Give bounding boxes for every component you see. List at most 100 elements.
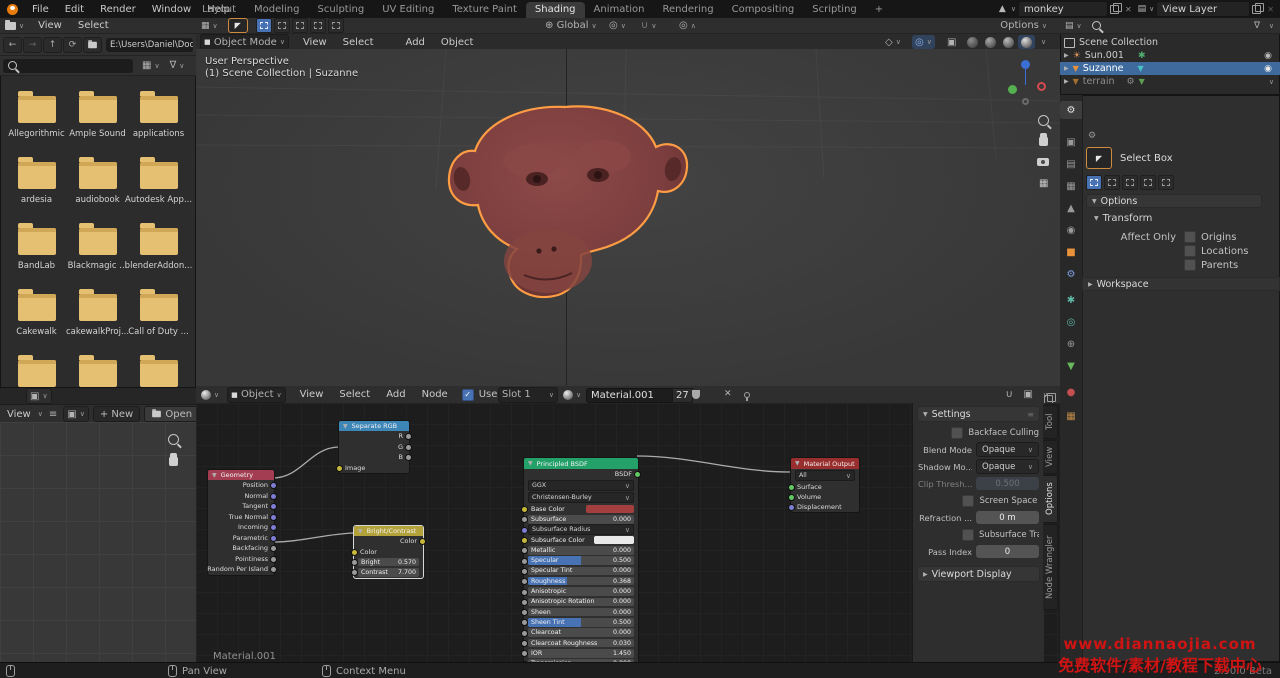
navigation-gizmo[interactable] (996, 52, 1051, 112)
path-field[interactable]: E:\Users\Daniel\Docu... (106, 38, 193, 52)
image-editor-type-button[interactable]: ▣ ∨ (26, 388, 52, 404)
se-view-menu[interactable]: View (292, 389, 332, 400)
node-value-row[interactable]: Contrast7.700 (354, 567, 423, 577)
viewport-camera-icon[interactable] (1037, 158, 1049, 169)
sidebar-tab-tool[interactable]: Tool (1043, 405, 1058, 439)
subsurface-translucency-checkbox[interactable] (962, 529, 974, 541)
node-value-row[interactable]: Bright0.570 (354, 557, 423, 567)
subsurface-color-swatch[interactable] (594, 536, 634, 545)
tab-world-icon[interactable]: ◉ (1060, 221, 1082, 239)
parents-checkbox[interactable] (1184, 259, 1196, 271)
principled-bsdf-node[interactable]: ▼ Principled BSDF BSDF GGX∨ Christensen-… (523, 457, 639, 662)
outliner-search-icon[interactable] (1092, 21, 1101, 30)
active-tool-select-box[interactable]: ◤ (228, 18, 248, 33)
node-header[interactable]: ▼ Separate RGB (339, 421, 409, 431)
vp-object-menu[interactable]: Object (433, 37, 482, 48)
slot-dropdown[interactable]: Slot 1 ∨ (498, 387, 558, 403)
tab-render-icon[interactable]: ▣ (1060, 133, 1082, 151)
folder-item-partial[interactable] (6, 355, 67, 388)
mode-dropdown[interactable]: ■ Object Mode ∨ (200, 34, 289, 50)
tab-modifiers-icon[interactable]: ⚙ (1060, 265, 1082, 283)
outliner-row-terrain[interactable]: ▶ ▼ terrain ⚙ ▼ ∨ (1060, 75, 1280, 88)
axis-y-handle[interactable] (1008, 85, 1017, 94)
shading-solid[interactable] (982, 35, 999, 49)
node-input-row[interactable]: Volume (791, 492, 859, 502)
tab-modeling[interactable]: Modeling (245, 2, 309, 18)
node-value-row[interactable]: Anisotropic0.000 (524, 586, 638, 596)
folder-item[interactable]: Call of Duty ... (128, 289, 189, 349)
bsdf-output-row[interactable]: BSDF (524, 469, 638, 479)
subsurface-radius-row[interactable]: Subsurface Radius∨ (524, 525, 638, 535)
fb-view-menu[interactable]: View (30, 20, 70, 31)
unlink-material-icon[interactable]: ✕ (724, 389, 732, 399)
tab-layout[interactable]: Layout (193, 2, 245, 18)
suzanne-monkey-mesh[interactable] (440, 103, 700, 308)
node-output-row[interactable]: Backfacing (208, 543, 274, 554)
hamburger-icon[interactable]: ≡ (49, 409, 57, 420)
bright-contrast-node[interactable]: ▼ Bright/Contrast Color Color Bright0.57… (353, 525, 424, 579)
node-output-row[interactable]: True Normal (208, 512, 274, 523)
folder-item[interactable]: Cakewalk (6, 289, 67, 349)
folder-item[interactable]: Allegorithmic (6, 91, 67, 151)
tab-object-icon[interactable]: ■ (1060, 243, 1082, 261)
vp-select-menu[interactable]: Select (335, 37, 382, 48)
se-add-menu[interactable]: Add (378, 389, 413, 400)
tab-rendering[interactable]: Rendering (654, 2, 723, 18)
header-chevron[interactable]: ∨ (1043, 391, 1048, 399)
filter-chevron[interactable]: ∨ (1269, 22, 1274, 30)
delete-layer-icon[interactable]: ✕ (1267, 5, 1274, 14)
select-mode-circle[interactable] (292, 18, 308, 33)
workspace-panel-header[interactable]: ▶ Workspace (1082, 277, 1280, 291)
display-mode-button[interactable]: ▦∨ (139, 59, 163, 73)
node-value-row[interactable]: Anisotropic Rotation0.000 (524, 597, 638, 607)
options-dropdown[interactable]: Options∨ (997, 19, 1050, 33)
settings-panel-header[interactable]: ▼ Settings ≡ (917, 406, 1040, 422)
tab-scripting[interactable]: Scripting (803, 2, 865, 18)
users-count-badge[interactable]: 27 (672, 388, 693, 403)
node-output-row[interactable]: Color (354, 536, 423, 547)
node-header[interactable]: ▼ Bright/Contrast (354, 526, 423, 536)
transform-subpanel-header[interactable]: ▼ Transform (1094, 213, 1152, 224)
folder-item[interactable]: ardesia (6, 157, 67, 217)
mode-extra[interactable] (1158, 175, 1174, 190)
node-input-row[interactable]: Surface (791, 482, 859, 492)
pivot-point-dropdown[interactable]: ◎∨ (606, 19, 629, 33)
expand-icon[interactable]: ▶ (1064, 52, 1069, 59)
select-mode-lasso[interactable] (310, 18, 326, 33)
show-overlays-dropdown[interactable]: ◎∨ (912, 35, 935, 49)
tab-view-layer-icon[interactable]: ▦ (1060, 177, 1082, 195)
axis-z-handle[interactable] (1021, 60, 1030, 69)
folder-item[interactable]: Ample Sound (67, 91, 128, 151)
screen-space-checkbox[interactable] (962, 495, 974, 507)
view-layer-field[interactable]: View Layer (1156, 1, 1250, 17)
tab-shading[interactable]: Shading (526, 2, 585, 18)
viewport-editor-icon[interactable]: ▦ (201, 21, 210, 31)
filter-button[interactable]: ∇∨ (167, 59, 188, 73)
node-value-row[interactable]: Sheen0.000 (524, 607, 638, 617)
shading-wireframe[interactable] (964, 35, 981, 49)
base-color-row[interactable]: Base Color (524, 504, 638, 514)
shading-rendered[interactable] (1018, 35, 1035, 49)
use-nodes-checkbox[interactable]: ✓ (462, 389, 474, 401)
node-output-row[interactable]: Parametric (208, 533, 274, 544)
tab-data-icon[interactable]: ▼ (1060, 357, 1082, 375)
pass-index-field[interactable]: 0 (976, 545, 1039, 558)
outliner-row-suzanne-selected[interactable]: ▶ ▼ Suzanne ▼ ◉ (1060, 62, 1280, 75)
outliner-editor-icon[interactable]: ▤ (1065, 21, 1074, 31)
outliner-row-sun[interactable]: ▶ ☀ Sun.001 ✱ ◉ (1060, 49, 1280, 62)
tab-sculpting[interactable]: Sculpting (309, 2, 374, 18)
scene-name-field[interactable]: monkey (1018, 1, 1108, 17)
back-button[interactable]: ← (3, 37, 22, 53)
viewport-zoom-icon[interactable] (1038, 115, 1049, 129)
fb-select-menu[interactable]: Select (70, 20, 117, 31)
menu-edit[interactable]: Edit (57, 4, 92, 15)
view-layer-chevron[interactable]: ∨ (1149, 5, 1154, 13)
base-color-swatch[interactable] (586, 505, 634, 514)
node-output-row[interactable]: Tangent (208, 501, 274, 512)
folder-item[interactable]: blenderAddon... (128, 223, 189, 283)
pan-hand-icon[interactable] (169, 456, 178, 469)
overlay-toggle-icon[interactable]: ▣ (1021, 388, 1036, 402)
outliner-row-collection[interactable]: Scene Collection (1060, 36, 1280, 49)
node-value-row[interactable]: Clearcoat0.000 (524, 628, 638, 638)
tab-texture-paint[interactable]: Texture Paint (443, 2, 526, 18)
